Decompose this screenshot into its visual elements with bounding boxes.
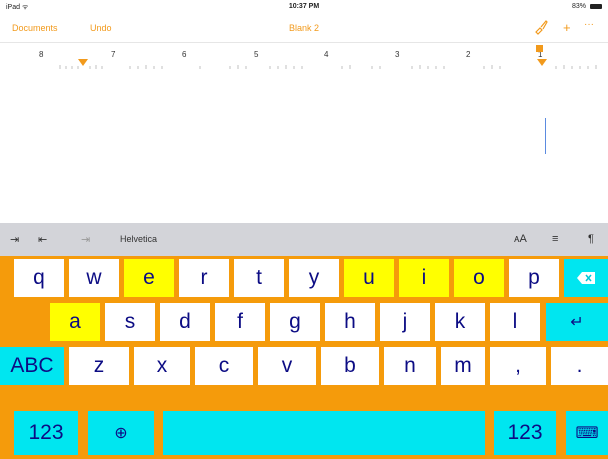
status-bar: iPad ᯤ 10:37 PM 83% [0,0,608,14]
key-f[interactable]: f [215,303,265,341]
keyboard: q w e r t y u i o p a s d f g h j k l ↵ … [0,256,608,459]
space-bar[interactable] [163,411,485,455]
ruler-number: 8 [39,50,44,59]
key-r[interactable]: r [179,259,229,297]
document-body[interactable] [0,73,608,223]
return-icon: ↵ [570,314,584,331]
more-button[interactable]: ··· [584,19,594,30]
key-q[interactable]: q [14,259,64,297]
ruler-number: 2 [466,50,471,59]
globe-key[interactable]: ⊕ [88,411,154,455]
paragraph-icon[interactable]: ¶ [588,233,594,245]
return-key[interactable]: ↵ [546,303,608,341]
key-s[interactable]: s [105,303,155,341]
key-k[interactable]: k [435,303,485,341]
ruler-number: 5 [254,50,259,59]
key-z[interactable]: z [69,347,129,385]
add-button[interactable]: + [563,20,571,35]
key-h[interactable]: h [325,303,375,341]
right-indent-marker[interactable] [537,59,547,66]
key-y[interactable]: y [289,259,339,297]
key-a[interactable]: a [50,303,100,341]
abc-key[interactable]: ABC [0,347,64,385]
key-t[interactable]: t [234,259,284,297]
ruler-number: 3 [395,50,400,59]
key-period[interactable]: . [551,347,608,385]
globe-icon: ⊕ [114,425,128,442]
ruler: 8 7 6 5 4 3 2 1 [0,42,608,74]
screen: iPad ᯤ 10:37 PM 83% Documents Undo Blank… [0,0,608,459]
key-c[interactable]: c [195,347,253,385]
key-d[interactable]: d [160,303,210,341]
numbers-key-left[interactable]: 123 [14,411,78,455]
battery-percent: 83% [571,3,586,10]
key-comma[interactable]: , [490,347,546,385]
key-o[interactable]: o [454,259,504,297]
key-x[interactable]: x [134,347,190,385]
key-i[interactable]: i [399,259,449,297]
battery-icon [590,4,602,9]
document-title: Blank 2 [288,23,320,33]
key-e[interactable]: e [124,259,174,297]
indent-icon[interactable]: ⇥ [10,233,19,246]
key-b[interactable]: b [321,347,379,385]
ruler-number: 7 [111,50,116,59]
delete-icon [577,272,595,284]
dismiss-keyboard-key[interactable]: ⌨ [566,411,608,455]
format-bar: ⇥ ⇤ ⇥ Helvetica ᴀA ≡ ¶ [0,223,608,256]
key-w[interactable]: w [69,259,119,297]
key-m[interactable]: m [441,347,485,385]
increase-indent-icon[interactable]: ⇥ [81,233,90,246]
key-j[interactable]: j [380,303,430,341]
paintbrush-icon[interactable] [533,19,549,35]
alignment-icon[interactable]: ≡ [552,233,558,245]
ruler-ticks [59,65,597,69]
key-p[interactable]: p [509,259,559,297]
font-name[interactable]: Helvetica [120,234,157,244]
nav-bar: Documents Undo Blank 2 + ··· [0,14,608,42]
key-g[interactable]: g [270,303,320,341]
numbers-key-right[interactable]: 123 [494,411,556,455]
key-l[interactable]: l [490,303,540,341]
key-v[interactable]: v [258,347,316,385]
keyboard-dismiss-icon: ⌨ [575,425,599,442]
status-time: 10:37 PM [288,3,320,10]
first-line-indent-marker[interactable] [536,45,543,52]
delete-key[interactable] [564,259,608,297]
key-u[interactable]: u [344,259,394,297]
ruler-number: 4 [324,50,329,59]
left-indent-marker[interactable] [78,59,88,66]
outdent-icon[interactable]: ⇤ [38,233,47,246]
ruler-number: 6 [182,50,187,59]
text-size-icon[interactable]: ᴀA [514,233,527,245]
text-cursor [545,118,546,154]
key-n[interactable]: n [384,347,436,385]
